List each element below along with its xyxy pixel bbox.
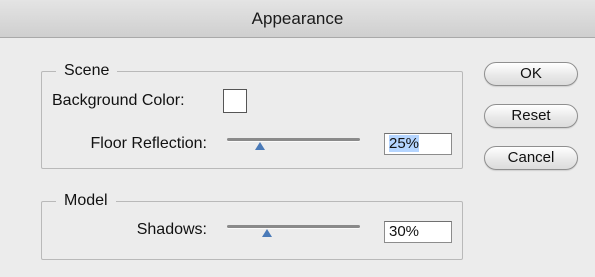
floor-reflection-input[interactable]: 25% — [384, 133, 452, 155]
background-color-swatch[interactable] — [223, 89, 247, 113]
reset-button[interactable]: Reset — [484, 104, 578, 128]
appearance-dialog: Appearance Scene Background Color: Floor… — [0, 0, 595, 277]
shadows-input[interactable]: 30% — [384, 221, 452, 243]
floor-reflection-slider-thumb[interactable] — [255, 142, 266, 150]
floor-reflection-label: Floor Reflection: — [90, 135, 208, 152]
window-title: Appearance — [0, 0, 595, 38]
floor-reflection-slider[interactable] — [227, 135, 360, 151]
floor-reflection-value: 25% — [389, 135, 420, 152]
shadows-slider[interactable] — [227, 222, 360, 238]
cancel-button[interactable]: Cancel — [484, 146, 578, 170]
shadows-value: 30% — [389, 223, 420, 240]
shadows-slider-track — [227, 225, 360, 228]
scene-group-title: Scene — [56, 61, 118, 81]
floor-reflection-slider-track — [227, 138, 360, 141]
shadows-slider-thumb[interactable] — [261, 229, 272, 237]
ok-button[interactable]: OK — [484, 62, 578, 86]
background-color-label: Background Color: — [52, 92, 185, 109]
shadows-label: Shadows: — [136, 221, 207, 238]
model-group-title: Model — [56, 191, 116, 211]
